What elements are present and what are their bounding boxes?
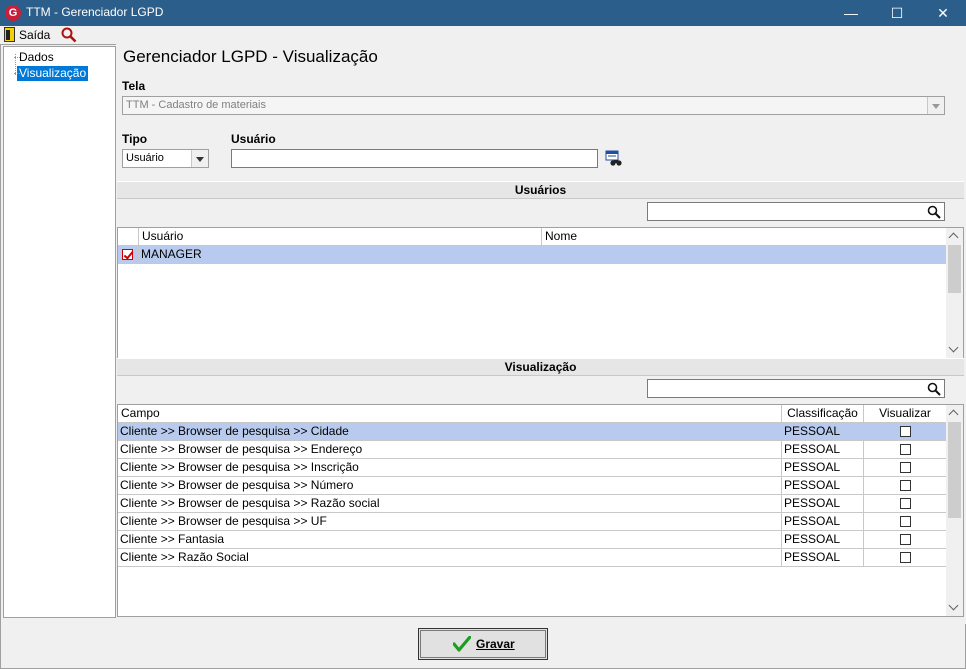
classificacao-cell: PESSOAL [782,495,864,513]
visualizacao-scrollbar[interactable] [946,405,963,616]
usuario-label: Usuário [231,132,276,146]
checkmark-icon [453,636,471,652]
classificacao-cell: PESSOAL [782,423,864,441]
campo-column-header[interactable]: Campo [118,405,782,423]
visualizacao-search-input[interactable] [647,379,945,398]
tree-item-visualizacao[interactable]: Visualização [14,66,89,81]
scroll-down-icon[interactable] [946,599,963,616]
classificacao-cell: PESSOAL [782,549,864,567]
visualizar-checkbox[interactable] [900,498,911,509]
visualizar-checkbox[interactable] [900,534,911,545]
visualizacao-section-header: Visualização [117,358,964,376]
scroll-thumb[interactable] [948,422,961,518]
tree-item-dados[interactable]: Dados [14,50,56,65]
exit-button-label[interactable]: Saída [19,28,50,42]
campo-cell: Cliente >> Fantasia [118,531,782,549]
visualizar-checkbox[interactable] [900,552,911,563]
row-checkbox[interactable] [122,249,133,260]
campo-cell: Cliente >> Browser de pesquisa >> Número [118,477,782,495]
usuarios-grid: Usuário Nome MANAGER [117,227,964,359]
visualizar-checkbox[interactable] [900,444,911,455]
window-title: TTM - Gerenciador LGPD [26,5,164,19]
tela-select[interactable]: TTM - Cadastro de materiais [122,96,945,115]
toolbar: Saída [0,26,966,44]
close-button[interactable]: ✕ [920,0,966,26]
table-row[interactable]: Cliente >> Browser de pesquisa >> Endere… [118,441,947,459]
search-icon[interactable] [61,27,77,43]
exit-door-icon[interactable] [4,27,15,42]
classificacao-cell: PESSOAL [782,477,864,495]
classificacao-cell: PESSOAL [782,513,864,531]
campo-cell: Cliente >> Browser de pesquisa >> Endere… [118,441,782,459]
tela-select-value: TTM - Cadastro de materiais [126,99,266,111]
search-icon[interactable] [927,382,941,396]
save-button[interactable]: Gravar [418,628,548,660]
table-row[interactable]: MANAGER [118,246,947,264]
select-column-header [118,228,139,246]
usuarios-scrollbar[interactable] [946,228,963,358]
table-row[interactable]: Cliente >> Fantasia PESSOAL [118,531,947,549]
tipo-select[interactable]: Usuário [122,149,209,168]
classificacao-column-header[interactable]: Classificação [782,405,864,423]
usuario-input[interactable] [231,149,598,168]
usuario-cell: MANAGER [139,246,542,264]
navigation-tree: Dados Visualização [3,46,116,618]
scroll-thumb[interactable] [948,245,961,293]
classificacao-cell: PESSOAL [782,441,864,459]
tela-label: Tela [122,79,146,93]
visualizacao-grid: Campo Classificação Visualizar Cliente >… [117,404,964,617]
table-row[interactable]: Cliente >> Browser de pesquisa >> Razão … [118,495,947,513]
campo-cell: Cliente >> Browser de pesquisa >> UF [118,513,782,531]
chevron-down-icon [191,150,208,167]
visualizar-column-header[interactable]: Visualizar [864,405,947,423]
minimize-button[interactable]: — [828,0,874,26]
save-button-label: Gravar [476,637,515,651]
page-title: Gerenciador LGPD - Visualização [123,47,378,66]
table-row[interactable]: Cliente >> Browser de pesquisa >> Inscri… [118,459,947,477]
tree-item-label: Visualização [19,66,87,80]
table-row[interactable]: Cliente >> Browser de pesquisa >> Cidade… [118,423,947,441]
usuarios-search-input[interactable] [647,202,945,221]
maximize-button[interactable]: ☐ [874,0,920,26]
scroll-down-icon[interactable] [946,341,963,358]
tree-item-label: Dados [19,50,54,64]
campo-cell: Cliente >> Razão Social [118,549,782,567]
visualizar-checkbox[interactable] [900,426,911,437]
classificacao-cell: PESSOAL [782,531,864,549]
search-icon[interactable] [927,205,941,219]
classificacao-cell: PESSOAL [782,459,864,477]
usuario-column-header[interactable]: Usuário [139,228,542,246]
scroll-up-icon[interactable] [946,228,963,245]
binoculars-icon[interactable] [605,150,622,167]
app-logo-icon: G [5,5,21,21]
visualizar-checkbox[interactable] [900,516,911,527]
tipo-label: Tipo [122,132,148,146]
table-row[interactable]: Cliente >> Browser de pesquisa >> Número… [118,477,947,495]
nome-column-header[interactable]: Nome [542,228,947,246]
usuarios-section-header: Usuários [117,181,964,199]
chevron-down-icon [927,97,944,114]
table-row[interactable]: Cliente >> Razão Social PESSOAL [118,549,947,567]
visualizar-checkbox[interactable] [900,462,911,473]
tipo-select-value: Usuário [126,152,164,164]
nome-cell [542,246,947,264]
scroll-up-icon[interactable] [946,405,963,422]
table-row[interactable]: Cliente >> Browser de pesquisa >> UF PES… [118,513,947,531]
campo-cell: Cliente >> Browser de pesquisa >> Razão … [118,495,782,513]
campo-cell: Cliente >> Browser de pesquisa >> Cidade [118,423,782,441]
campo-cell: Cliente >> Browser de pesquisa >> Inscri… [118,459,782,477]
title-bar: G TTM - Gerenciador LGPD — ☐ ✕ [0,0,966,26]
visualizar-checkbox[interactable] [900,480,911,491]
